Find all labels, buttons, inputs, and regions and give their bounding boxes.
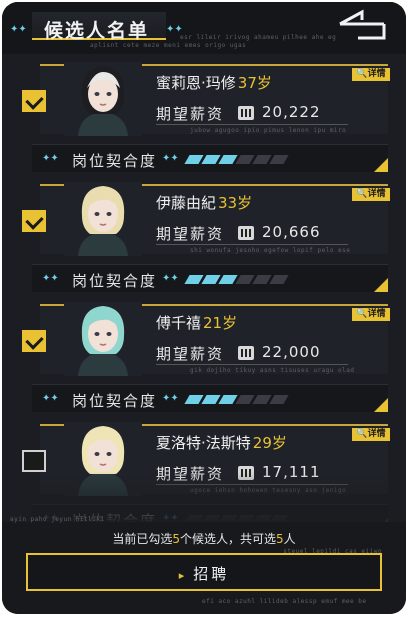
detail-label: 详情 — [367, 429, 386, 439]
match-segment — [269, 275, 289, 284]
match-segment — [269, 395, 289, 404]
detail-label: 详情 — [367, 309, 386, 319]
back-button[interactable] — [334, 6, 396, 46]
select-checkbox[interactable] — [22, 450, 46, 472]
page-title: 候选人名单 — [44, 20, 150, 42]
candidate-name-line: 夏洛特·法斯特 29岁 — [156, 432, 287, 453]
candidate-name: 夏洛特·法斯特 — [156, 434, 251, 452]
summary-text: 个候选人，共可选 — [179, 532, 276, 546]
corner-decor — [374, 158, 388, 172]
candidate-portrait — [64, 182, 142, 256]
select-checkbox[interactable] — [22, 90, 46, 112]
back-arrow-icon — [339, 9, 386, 40]
candidate-name-line: 傅千禧 21岁 — [156, 312, 237, 333]
divider — [156, 244, 348, 245]
detail-button[interactable]: 🔍详情 — [352, 428, 390, 441]
selection-summary: 当前已勾选5个候选人，共可选5人 — [2, 530, 406, 547]
candidate-portrait — [64, 62, 142, 136]
match-row: ✦✦ 岗位契合度 ✦✦ — [32, 144, 388, 172]
detail-label: 详情 — [367, 189, 386, 199]
money-icon — [238, 346, 254, 360]
corner-decor — [374, 398, 388, 412]
match-row: ✦✦ 岗位契合度 ✦✦ — [32, 264, 388, 292]
detail-button[interactable]: 🔍详情 — [352, 68, 390, 81]
decor-text: jubow agugoo ipio pimus lenon ipu miro — [190, 127, 347, 134]
salary-value: 22,000 — [262, 343, 321, 361]
detail-label: 详情 — [367, 69, 386, 79]
header: ✦✦ 候选人名单 ✦✦ aplisnt cete meze meni emes … — [2, 2, 406, 54]
footer: ayin paho jeyun hitliki steuel lepildi c… — [2, 516, 406, 614]
candidate-list-panel: ✦✦ 候选人名单 ✦✦ aplisnt cete meze meni emes … — [2, 2, 406, 614]
diamond-decor-icon: ✦✦ — [162, 153, 179, 164]
diamond-decor-icon: ✦✦ — [162, 273, 179, 284]
candidate-name-line: 伊藤由紀 33岁 — [156, 192, 252, 213]
diamond-decor-icon: ✦✦ — [162, 393, 179, 404]
candidate-name: 蜜莉恩·玛修 — [156, 74, 236, 92]
match-row: ✦✦ 岗位契合度 ✦✦ — [32, 384, 388, 412]
select-checkbox[interactable] — [22, 210, 46, 232]
candidate-card[interactable]: 🔍详情 蜜莉恩·玛修 37岁 期望薪资 20,222 jubow agugoo i… — [6, 62, 390, 172]
detail-button[interactable]: 🔍详情 — [352, 188, 390, 201]
max-count: 5 — [276, 532, 284, 546]
salary-value: 20,222 — [262, 103, 321, 121]
match-segment — [269, 155, 289, 164]
decor-text: efi aco azuhl lilideb alessp emuf mee be — [202, 598, 367, 605]
salary-label: 期望薪资 — [156, 345, 225, 363]
divider — [156, 124, 348, 125]
select-checkbox[interactable] — [22, 330, 46, 352]
decor-text: shi wonufa jesoho egefow lopif pelo ese — [190, 247, 351, 254]
candidate-portrait — [64, 302, 142, 376]
salary-value: 20,666 — [262, 223, 321, 241]
decor-text: esr lileir irivog ahameu pilhee ahe eg — [180, 34, 337, 41]
candidate-age: 33岁 — [218, 194, 253, 212]
match-label: 岗位契合度 — [72, 152, 158, 170]
money-icon — [238, 106, 254, 120]
match-bar — [184, 275, 289, 284]
arrow-right-icon: ▸ — [178, 569, 188, 582]
candidate-age: 21岁 — [203, 314, 238, 332]
candidate-age: 29岁 — [252, 434, 287, 452]
corner-decor — [374, 278, 388, 292]
candidate-card[interactable]: 🔍详情 伊藤由紀 33岁 期望薪资 20,666 shi wonufa jesoh… — [6, 182, 390, 292]
candidate-name-line: 蜜莉恩·玛修 37岁 — [156, 72, 272, 93]
match-bar — [184, 395, 289, 404]
decor-text: ayin paho jeyun hitliki — [10, 516, 105, 523]
candidate-card[interactable]: 🔍详情 傅千禧 21岁 期望薪资 22,000 gik dojiho tikuy … — [6, 302, 390, 412]
money-icon — [238, 226, 254, 240]
decor-text: gik dojiho tikuy asns tisuses uragu olad — [190, 367, 355, 374]
diamond-decor-icon: ✦✦ — [42, 273, 59, 284]
salary-label: 期望薪资 — [156, 105, 225, 123]
diamond-decor-icon: ✦✦ — [42, 153, 59, 164]
match-label: 岗位契合度 — [72, 272, 158, 290]
hire-button-label: 招聘 — [193, 565, 230, 583]
diamond-decor-icon: ✦✦ — [10, 24, 27, 35]
candidate-name: 伊藤由紀 — [156, 194, 217, 212]
summary-text: 当前已勾选 — [112, 532, 173, 546]
divider — [156, 364, 348, 365]
diamond-decor-icon: ✦✦ — [42, 393, 59, 404]
hire-button[interactable]: ▸ 招聘 — [26, 553, 382, 591]
selected-count: 5 — [172, 532, 180, 546]
detail-button[interactable]: 🔍详情 — [352, 308, 390, 321]
candidate-age: 37岁 — [237, 74, 272, 92]
match-label: 岗位契合度 — [72, 392, 158, 410]
candidate-name: 傅千禧 — [156, 314, 202, 332]
summary-text: 人 — [283, 532, 296, 546]
salary-label: 期望薪资 — [156, 225, 225, 243]
match-bar — [184, 155, 289, 164]
decor-text: aplisnt cete meze meni emes origo ugas — [90, 42, 247, 49]
page-title-box: 候选人名单 — [32, 12, 166, 42]
